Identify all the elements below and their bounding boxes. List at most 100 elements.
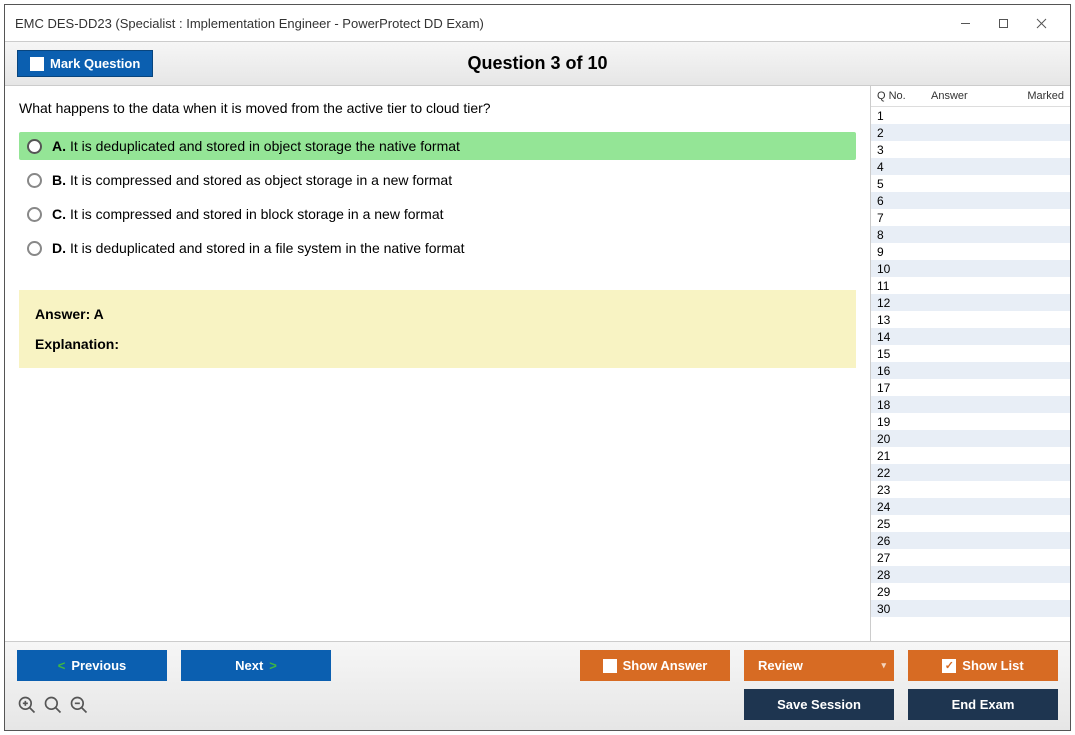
question-list-row[interactable]: 19 [871,413,1070,430]
previous-button[interactable]: < Previous [17,650,167,681]
row-qno: 3 [877,143,917,157]
question-list-row[interactable]: 17 [871,379,1070,396]
zoom-out-button[interactable] [69,695,89,715]
option-text: It is compressed and stored in block sto… [70,206,444,222]
question-list-row[interactable]: 22 [871,464,1070,481]
question-list-row[interactable]: 25 [871,515,1070,532]
question-list-row[interactable]: 16 [871,362,1070,379]
question-list-row[interactable]: 13 [871,311,1070,328]
next-button[interactable]: Next > [181,650,331,681]
option-c[interactable]: C. It is compressed and stored in block … [19,200,856,228]
checkbox-icon [603,659,617,673]
question-list-row[interactable]: 24 [871,498,1070,515]
question-list-row[interactable]: 27 [871,549,1070,566]
question-list-row[interactable]: 6 [871,192,1070,209]
explanation-line: Explanation: [35,336,840,352]
next-label: Next [235,658,263,673]
row-qno: 1 [877,109,917,123]
row-qno: 7 [877,211,917,225]
row-qno: 26 [877,534,917,548]
minimize-button[interactable] [946,11,984,35]
option-b[interactable]: B. It is compressed and stored as object… [19,166,856,194]
question-list-row[interactable]: 18 [871,396,1070,413]
end-exam-label: End Exam [952,697,1015,712]
chevron-right-icon: > [269,658,277,673]
question-list-row[interactable]: 15 [871,345,1070,362]
option-letter: A. [52,138,66,154]
radio-icon [27,139,42,154]
magnifier-icon [43,695,63,715]
row-qno: 23 [877,483,917,497]
option-a[interactable]: A. It is deduplicated and stored in obje… [19,132,856,160]
row-qno: 19 [877,415,917,429]
mark-question-button[interactable]: Mark Question [17,50,153,77]
review-button[interactable]: Review ▾ [744,650,894,681]
question-list-row[interactable]: 10 [871,260,1070,277]
zoom-in-button[interactable] [17,695,37,715]
row-qno: 21 [877,449,917,463]
close-button[interactable] [1022,11,1060,35]
option-letter: C. [52,206,66,222]
row-qno: 13 [877,313,917,327]
question-list-row[interactable]: 29 [871,583,1070,600]
maximize-button[interactable] [984,11,1022,35]
options-list: A. It is deduplicated and stored in obje… [19,132,856,262]
row-qno: 27 [877,551,917,565]
row-qno: 8 [877,228,917,242]
question-list-row[interactable]: 14 [871,328,1070,345]
titlebar: EMC DES-DD23 (Specialist : Implementatio… [5,5,1070,41]
row-qno: 14 [877,330,917,344]
show-list-label: Show List [962,658,1023,673]
show-answer-button[interactable]: Show Answer [580,650,730,681]
footer: < Previous Next > Show Answer Review ▾ S… [5,641,1070,730]
zoom-controls [17,695,89,715]
zoom-reset-button[interactable] [43,695,63,715]
row-qno: 9 [877,245,917,259]
question-list-row[interactable]: 3 [871,141,1070,158]
question-list-row[interactable]: 20 [871,430,1070,447]
row-qno: 22 [877,466,917,480]
app-window: EMC DES-DD23 (Specialist : Implementatio… [4,4,1071,731]
question-list-row[interactable]: 2 [871,124,1070,141]
show-list-button[interactable]: Show List [908,650,1058,681]
zoom-out-icon [69,695,89,715]
row-qno: 12 [877,296,917,310]
question-list-row[interactable]: 9 [871,243,1070,260]
minimize-icon [960,18,971,29]
question-list-row[interactable]: 28 [871,566,1070,583]
question-list-row[interactable]: 21 [871,447,1070,464]
option-letter: B. [52,172,66,188]
question-list-row[interactable]: 12 [871,294,1070,311]
question-list-row[interactable]: 7 [871,209,1070,226]
checkbox-checked-icon [942,659,956,673]
checkbox-icon [30,57,44,71]
question-list-row[interactable]: 30 [871,600,1070,617]
end-exam-button[interactable]: End Exam [908,689,1058,720]
question-list-panel: Q No. Answer Marked 12345678910111213141… [870,86,1070,641]
question-list-row[interactable]: 4 [871,158,1070,175]
save-session-label: Save Session [777,697,861,712]
review-label: Review [758,658,803,673]
row-qno: 2 [877,126,917,140]
question-list-row[interactable]: 8 [871,226,1070,243]
save-session-button[interactable]: Save Session [744,689,894,720]
question-list-row[interactable]: 26 [871,532,1070,549]
question-list-row[interactable]: 11 [871,277,1070,294]
main-pane: What happens to the data when it is move… [5,86,870,641]
question-list-row[interactable]: 1 [871,107,1070,124]
radio-icon [27,207,42,222]
question-counter: Question 3 of 10 [467,53,607,74]
question-list-body[interactable]: 1234567891011121314151617181920212223242… [871,107,1070,641]
question-header: Mark Question Question 3 of 10 [5,41,1070,86]
option-d[interactable]: D. It is deduplicated and stored in a fi… [19,234,856,262]
answer-box: Answer: A Explanation: [19,290,856,368]
question-list-row[interactable]: 23 [871,481,1070,498]
row-qno: 6 [877,194,917,208]
row-qno: 10 [877,262,917,276]
question-list-row[interactable]: 5 [871,175,1070,192]
row-qno: 29 [877,585,917,599]
question-list-header: Q No. Answer Marked [871,86,1070,107]
col-header-answer: Answer [917,90,1012,102]
body: What happens to the data when it is move… [5,86,1070,641]
close-icon [1036,18,1047,29]
